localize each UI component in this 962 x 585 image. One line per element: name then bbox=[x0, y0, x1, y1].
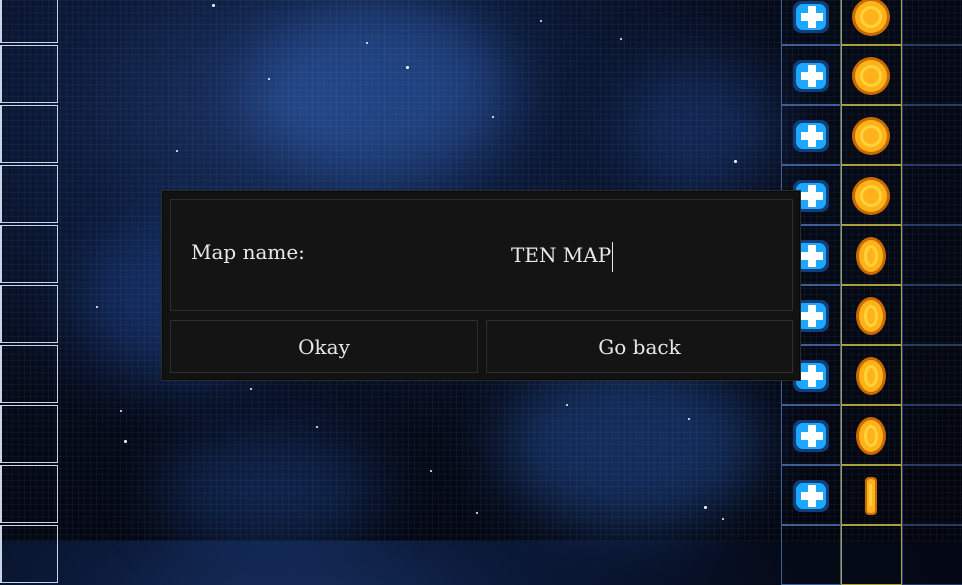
palette-cell-empty[interactable] bbox=[902, 465, 962, 525]
palette-cell-empty[interactable] bbox=[902, 165, 962, 225]
palette-cell-empty[interactable] bbox=[902, 105, 962, 165]
heal-cross-icon bbox=[793, 1, 829, 33]
map-name-panel: Map name: TEN MAP bbox=[170, 199, 793, 311]
okay-button[interactable]: Okay bbox=[170, 320, 478, 373]
palette-cell-heal[interactable] bbox=[781, 525, 841, 585]
palette-cell-empty[interactable] bbox=[902, 45, 962, 105]
grid-cell[interactable] bbox=[0, 525, 58, 583]
map-name-label: Map name: bbox=[191, 240, 305, 264]
palette-cell-empty[interactable] bbox=[902, 405, 962, 465]
grid-cell[interactable] bbox=[0, 0, 58, 43]
grid-cell[interactable] bbox=[0, 345, 58, 403]
grid-cell[interactable] bbox=[0, 165, 58, 223]
grid-cell[interactable] bbox=[0, 465, 58, 523]
grid-cell[interactable] bbox=[0, 405, 58, 463]
grid-cell[interactable] bbox=[0, 45, 58, 103]
coin-icon bbox=[856, 417, 886, 455]
grid-cell[interactable] bbox=[0, 105, 58, 163]
coin-icon bbox=[856, 237, 886, 275]
coin-icon bbox=[852, 177, 890, 215]
heal-cross-icon bbox=[793, 120, 829, 152]
map-name-value: TEN MAP bbox=[511, 243, 612, 267]
grid-cell[interactable] bbox=[0, 225, 58, 283]
heal-cross-icon bbox=[793, 60, 829, 92]
palette-cell-empty[interactable] bbox=[902, 345, 962, 405]
coin-edge-icon bbox=[865, 477, 877, 515]
coin-icon bbox=[852, 57, 890, 95]
coin-icon bbox=[856, 297, 886, 335]
heal-cross-icon bbox=[793, 420, 829, 452]
palette-cell-empty[interactable] bbox=[902, 225, 962, 285]
palette-cell-empty[interactable] bbox=[902, 285, 962, 345]
grid-cell[interactable] bbox=[0, 285, 58, 343]
map-name-dialog: Map name: TEN MAP Okay Go back bbox=[161, 190, 801, 381]
coin-icon bbox=[852, 117, 890, 155]
map-name-input[interactable]: TEN MAP bbox=[511, 238, 771, 272]
left-tile-column bbox=[0, 0, 62, 585]
palette-cell-empty[interactable] bbox=[902, 525, 962, 585]
coin-icon bbox=[856, 357, 886, 395]
heal-cross-icon bbox=[793, 480, 829, 512]
text-caret bbox=[612, 241, 614, 272]
go-back-button[interactable]: Go back bbox=[486, 320, 793, 373]
palette-cell-coin[interactable] bbox=[841, 525, 902, 585]
palette-cell-empty[interactable] bbox=[902, 0, 962, 45]
coin-icon bbox=[852, 0, 890, 36]
